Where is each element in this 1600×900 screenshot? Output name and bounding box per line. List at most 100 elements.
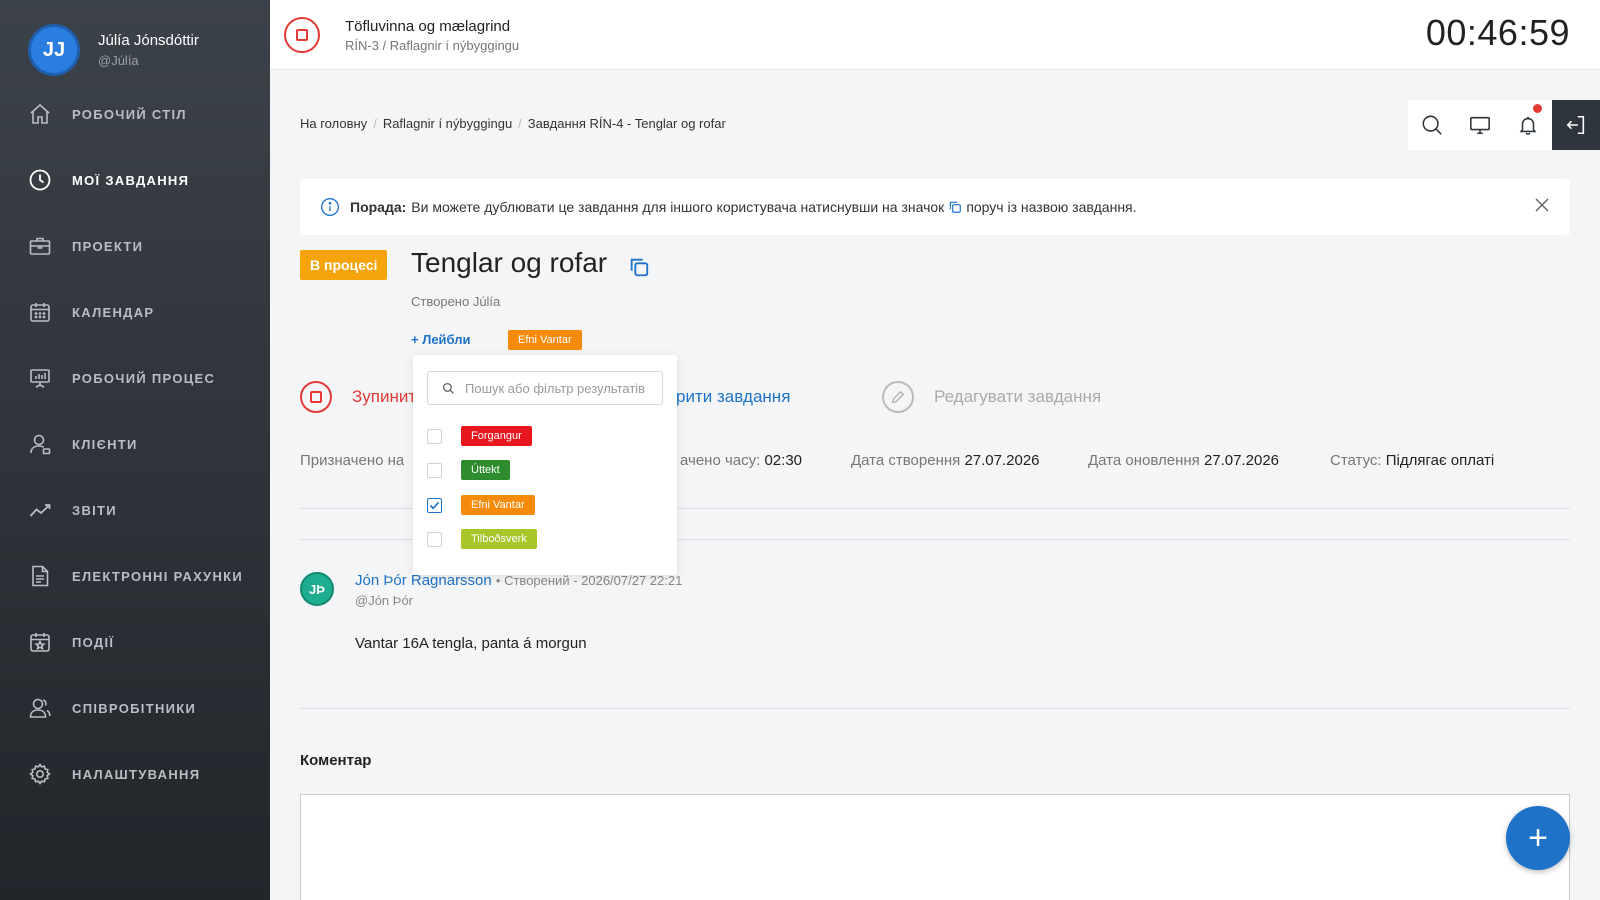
- labels-dropdown: Forgangur Úttekt Efni Vantar Tilboðsverk: [413, 355, 677, 575]
- user-name: Júlía Jónsdóttir: [98, 32, 199, 49]
- label-tag: Forgangur: [461, 426, 532, 446]
- sidebar-item-employees[interactable]: СПІВРОБІТНИКИ: [0, 675, 270, 741]
- label-checkbox-checked[interactable]: [427, 497, 442, 513]
- sidebar-item-calendar[interactable]: КАЛЕНДАР: [0, 279, 270, 345]
- label-checkbox[interactable]: [427, 531, 442, 547]
- tip-banner: Порада: Ви можете дублювати це завдання …: [300, 179, 1570, 235]
- search-button[interactable]: [1408, 100, 1456, 150]
- stop-timer-button[interactable]: [284, 17, 320, 53]
- payment-status-label: Статус:: [1330, 452, 1382, 469]
- logout-button[interactable]: [1552, 100, 1600, 150]
- sidebar-item-label: МОЇ ЗАВДАННЯ: [72, 172, 190, 188]
- search-icon: [442, 382, 454, 394]
- label-option-efni-vantar[interactable]: Efni Vantar: [427, 495, 535, 515]
- calendar-star-icon: [30, 633, 50, 652]
- add-button[interactable]: +: [1506, 806, 1570, 870]
- created-value: 27.07.2026: [964, 452, 1040, 469]
- sidebar-item-reports[interactable]: ЗВІТИ: [0, 477, 270, 543]
- tip-text-before: Ви можете дублювати це завдання для іншо…: [411, 199, 945, 215]
- sidebar-item-label: РОБОЧИЙ ПРОЦЕС: [72, 370, 216, 386]
- sidebar-item-projects[interactable]: ПРОЕКТИ: [0, 213, 270, 279]
- label-option-forgangur[interactable]: Forgangur: [427, 426, 532, 446]
- sidebar-item-label: ПОДІЇ: [72, 634, 115, 650]
- add-labels-button[interactable]: + Лейбли: [411, 332, 471, 347]
- label-tag: Efni Vantar: [461, 495, 535, 515]
- label-checkbox[interactable]: [427, 462, 442, 478]
- comment-form-title: Коментар: [300, 752, 372, 769]
- divider: [300, 708, 1570, 709]
- tip-close-button[interactable]: [1534, 197, 1550, 216]
- time-value: 02:30: [764, 452, 803, 469]
- label-tag: Úttekt: [461, 460, 510, 480]
- labels-search-field[interactable]: [427, 371, 663, 405]
- presentation-icon: [30, 369, 50, 388]
- logout-icon: [1566, 115, 1585, 135]
- sidebar-item-label: НАЛАШТУВАННЯ: [72, 766, 201, 782]
- comment-handle: @Jón Þór: [355, 593, 413, 608]
- user-profile[interactable]: JJ Júlía Jónsdóttir @Júlía: [28, 24, 199, 76]
- close-icon: [1535, 198, 1549, 212]
- avatar[interactable]: JJ: [28, 24, 80, 76]
- monitor-icon: [1470, 116, 1490, 135]
- updated-label: Дата оновлення: [1088, 452, 1200, 469]
- tip-label: Порада:: [350, 199, 407, 215]
- sidebar-item-events[interactable]: ПОДІЇ: [0, 609, 270, 675]
- labels-search-input[interactable]: [465, 380, 645, 396]
- updated-value: 27.07.2026: [1203, 452, 1280, 469]
- stop-task-button[interactable]: [300, 381, 332, 413]
- sidebar-item-label: ЕЛЕКТРОННІ РАХУНКИ: [72, 568, 244, 584]
- assigned-label: Призначено на: [300, 452, 405, 469]
- stop-icon: [310, 391, 322, 403]
- breadcrumb-home[interactable]: На головну: [300, 116, 367, 131]
- edit-task-label[interactable]: Редагувати завдання: [934, 387, 1101, 407]
- checkmark-icon: [429, 501, 440, 509]
- search-icon: [1422, 115, 1442, 135]
- sidebar-item-workflow[interactable]: РОБОЧИЙ ПРОЦЕС: [0, 345, 270, 411]
- created-by: Створено Júlía: [411, 294, 501, 309]
- status-badge: В процесі: [300, 250, 388, 280]
- breadcrumb: На головну / Raflagnir í nýbyggingu / За…: [300, 116, 726, 131]
- sidebar-item-label: ЗВІТИ: [72, 502, 117, 518]
- label-checkbox[interactable]: [427, 428, 442, 444]
- sidebar-item-my-tasks[interactable]: МОЇ ЗАВДАННЯ: [0, 147, 270, 213]
- current-task-title[interactable]: Töfluvinna og mælagrind: [345, 18, 510, 35]
- sidebar-item-invoices[interactable]: ЕЛЕКТРОННІ РАХУНКИ: [0, 543, 270, 609]
- breadcrumb-project[interactable]: Raflagnir í nýbyggingu: [383, 116, 512, 131]
- document-icon: [32, 565, 49, 587]
- screen-button[interactable]: [1456, 100, 1504, 150]
- bell-icon: [1519, 116, 1537, 135]
- user-text: Júlía Jónsdóttir @Júlía: [98, 32, 199, 68]
- sidebar-item-dashboard[interactable]: РОБОЧИЙ СТІЛ: [0, 81, 270, 147]
- time-label: ачено часу:: [680, 452, 761, 469]
- comment-text: Vantar 16A tengla, panta á morgun: [355, 635, 587, 652]
- created-label: Дата створення: [851, 452, 961, 469]
- pencil-icon: [891, 390, 905, 404]
- payment-status-value: Підлягає оплаті: [1385, 452, 1495, 469]
- comment-textarea[interactable]: [300, 794, 1570, 900]
- gear-icon: [29, 763, 51, 785]
- time-info: ачено часу: 02:30: [680, 452, 802, 469]
- user-handle: @Júlía: [98, 53, 139, 68]
- task-title: Tenglar og rofar: [411, 247, 608, 278]
- label-option-tilbodsverk[interactable]: Tilboðsverk: [427, 529, 537, 549]
- close-task-button[interactable]: рити завдання: [676, 387, 790, 407]
- notifications-button[interactable]: [1504, 100, 1552, 150]
- created-info: Дата створення 27.07.2026: [851, 452, 1040, 469]
- sidebar-item-settings[interactable]: НАЛАШТУВАННЯ: [0, 741, 270, 807]
- copy-icon: [630, 258, 649, 277]
- sidebar-nav: РОБОЧИЙ СТІЛ МОЇ ЗАВДАННЯ ПРОЕКТИ КАЛЕНД…: [0, 81, 270, 807]
- user-icon: [30, 434, 51, 455]
- users-icon: [29, 698, 51, 718]
- duplicate-task-button[interactable]: [628, 256, 650, 283]
- comment-meta: • Створений - 2026/07/27 22:21: [495, 573, 683, 588]
- tip-text-after: поруч із назвою завдання.: [966, 199, 1137, 215]
- sidebar: JJ Júlía Jónsdóttir @Júlía РОБОЧИЙ СТІЛ …: [0, 0, 270, 900]
- sidebar-item-clients[interactable]: КЛІЄНТИ: [0, 411, 270, 477]
- edit-task-button[interactable]: [882, 381, 914, 413]
- label-option-uttekt[interactable]: Úttekt: [427, 460, 510, 480]
- sidebar-item-label: КАЛЕНДАР: [72, 304, 155, 320]
- assigned-info: Призначено на: [300, 452, 404, 469]
- sidebar-item-label: КЛІЄНТИ: [72, 436, 138, 452]
- home-icon: [30, 103, 50, 124]
- task-label-chip[interactable]: Efni Vantar: [508, 330, 582, 350]
